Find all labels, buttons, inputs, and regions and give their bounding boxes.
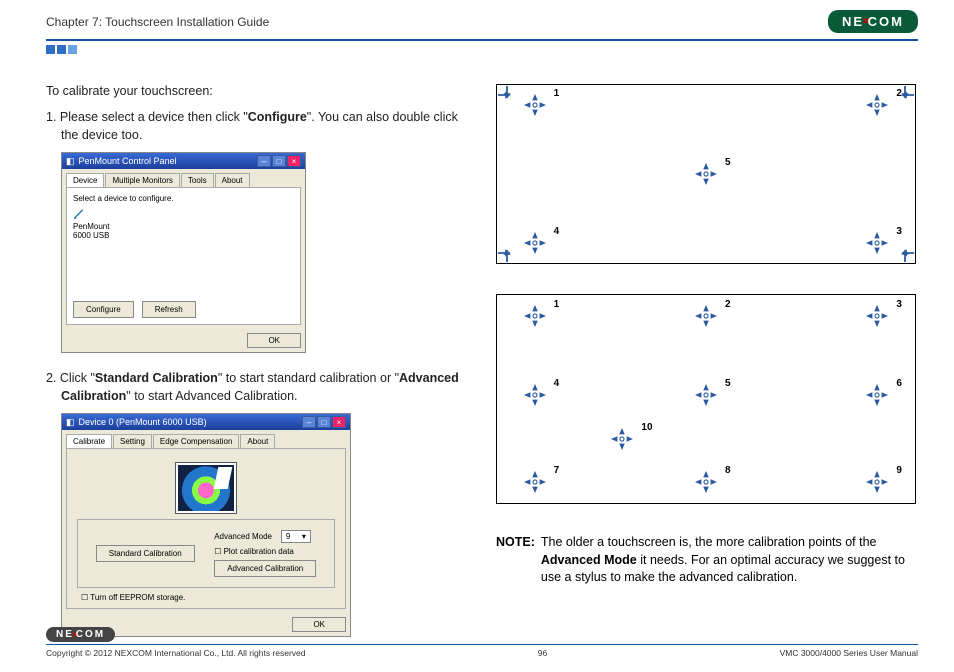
calibration-point-icon: 4 [524,232,546,254]
configure-button[interactable]: Configure [73,301,134,318]
manual-title: VMC 3000/4000 Series User Manual [780,648,918,658]
decorative-squares [46,45,954,54]
advanced-mode-select[interactable]: 9▾ [281,530,311,543]
calibration-point-icon: 1 [524,305,546,327]
tab-edge-compensation[interactable]: Edge Compensation [153,434,240,448]
plot-calibration-checkbox[interactable]: ☐ Plot calibration data [214,547,316,556]
calibration-point-icon: 4 [524,384,546,406]
minimize-button[interactable]: ‒ [257,155,271,167]
tab-about[interactable]: About [215,173,250,187]
titlebar: ◧ Device 0 (PenMount 6000 USB) ‒ □ × [62,414,350,430]
advanced-calibration-button[interactable]: Advanced Calibration [214,560,316,577]
step-1: 1. Please select a device then click "Co… [46,108,466,144]
tab-device[interactable]: Device [66,173,104,187]
calibration-point-icon: 8 [695,471,717,493]
refresh-button[interactable]: Refresh [142,301,196,318]
note-block: NOTE: The older a touchscreen is, the mo… [496,534,916,587]
tab-bar: Calibrate Setting Edge Compensation Abou… [66,434,346,449]
calibration-point-icon: 1 [524,94,546,116]
calibration-point-icon: 9 [866,471,888,493]
tab-tools[interactable]: Tools [181,173,214,187]
footer-rule [46,644,918,645]
calibration-point-icon: 10 [611,428,633,450]
calibration-10-point-diagram: 1 2 3 4 5 6 7 8 9 10 [496,294,916,504]
calibration-point-icon: 2 [866,94,888,116]
tab-setting[interactable]: Setting [113,434,152,448]
maximize-button[interactable]: □ [272,155,286,167]
calibration-5-point-diagram: 1 2 3 4 5 [496,84,916,264]
app-icon: ◧ [66,156,75,167]
calibration-point-icon: 6 [866,384,888,406]
footer-brand-logo: NE✕COM [46,627,115,642]
minimize-button[interactable]: ‒ [302,416,316,428]
maximize-button[interactable]: □ [317,416,331,428]
eeprom-checkbox[interactable]: ☐ Turn off EEPROM storage. [81,593,185,602]
calibration-point-icon: 3 [866,232,888,254]
header-rule [46,39,918,41]
tab-about[interactable]: About [240,434,275,448]
calibration-point-icon: 5 [695,163,717,185]
copyright-text: Copyright © 2012 NEXCOM International Co… [46,648,306,658]
window-title: Device 0 (PenMount 6000 USB) [79,417,207,427]
corner-icon [896,244,914,262]
device-name[interactable]: PenMount6000 USB [73,223,294,241]
window-title: PenMount Control Panel [79,156,177,166]
page-number: 96 [538,648,547,658]
close-button[interactable]: × [332,416,346,428]
brand-logo: NE✕COM [828,10,918,33]
tab-bar: Device Multiple Monitors Tools About [66,173,301,188]
titlebar: ◧ PenMount Control Panel ‒ □ × [62,153,305,169]
chapter-title: Chapter 7: Touchscreen Installation Guid… [46,15,269,29]
app-icon: ◧ [66,417,75,428]
note-body: The older a touchscreen is, the more cal… [541,534,916,587]
calibration-image [176,463,236,513]
calibration-point-icon: 2 [695,305,717,327]
device-calibration-dialog: ◧ Device 0 (PenMount 6000 USB) ‒ □ × Cal… [61,413,351,637]
intro-text: To calibrate your touchscreen: [46,84,466,98]
penmount-control-panel-dialog: ◧ PenMount Control Panel ‒ □ × Device Mu… [61,152,306,353]
calibration-point-icon: 3 [866,305,888,327]
standard-calibration-button[interactable]: Standard Calibration [96,545,195,562]
note-lead: NOTE: [496,534,535,587]
device-hint: Select a device to configure. [73,194,294,203]
corner-icon [498,244,516,262]
corner-icon [498,86,516,104]
calibration-point-icon: 5 [695,384,717,406]
tab-multiple-monitors[interactable]: Multiple Monitors [105,173,179,187]
step-2: 2. Click "Standard Calibration" to start… [46,369,466,405]
advanced-mode-label: Advanced Mode [214,532,272,541]
close-button[interactable]: × [287,155,301,167]
calibration-point-icon: 7 [524,471,546,493]
ok-button[interactable]: OK [247,333,301,348]
device-icon[interactable] [73,207,87,221]
tab-calibrate[interactable]: Calibrate [66,434,112,448]
